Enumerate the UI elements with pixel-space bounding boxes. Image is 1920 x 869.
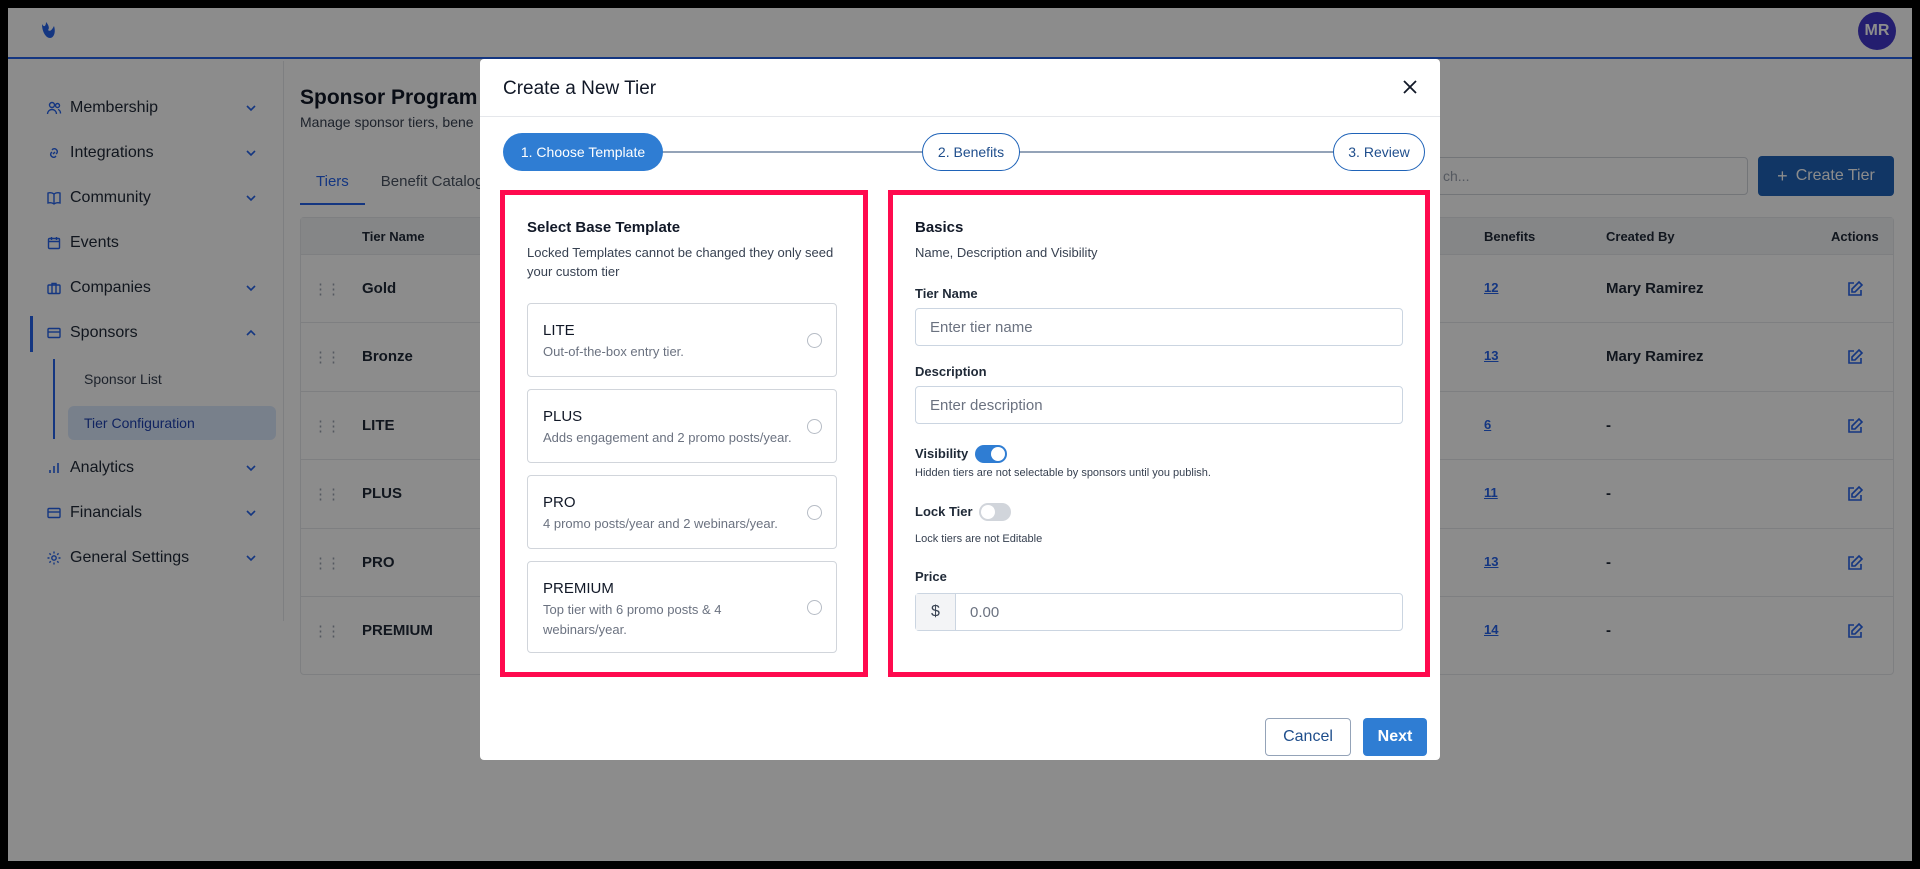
template-section-title: Select Base Template <box>527 219 681 236</box>
template-description: Out-of-the-box entry tier. <box>543 344 684 359</box>
template-card-plus[interactable]: PLUS Adds engagement and 2 promo posts/y… <box>527 389 837 463</box>
template-section-description: Locked Templates cannot be changed they … <box>527 245 834 279</box>
visibility-label: Visibility <box>915 446 969 461</box>
template-panel: Select Base Template Locked Templates ca… <box>500 190 868 677</box>
template-name: PLUS <box>543 408 583 425</box>
template-card-lite[interactable]: LITE Out-of-the-box entry tier. <box>527 303 837 377</box>
step-review[interactable]: 3. Review <box>1333 133 1425 171</box>
price-label: Price <box>915 569 947 584</box>
toggle-knob <box>991 447 1005 461</box>
template-radio[interactable] <box>807 505 822 520</box>
tier-name-label: Tier Name <box>915 286 978 301</box>
description-input[interactable]: Enter description <box>915 386 1403 424</box>
tier-name-placeholder: Enter tier name <box>930 318 1033 336</box>
description-label: Description <box>915 364 987 379</box>
template-name: PRO <box>543 494 576 511</box>
cancel-button[interactable]: Cancel <box>1265 718 1351 756</box>
close-button[interactable] <box>1396 73 1424 101</box>
template-card-pro[interactable]: PRO 4 promo posts/year and 2 webinars/ye… <box>527 475 837 549</box>
close-icon <box>1403 80 1417 94</box>
template-description: Top tier with 6 promo posts & 4 webinars… <box>543 602 722 637</box>
template-radio[interactable] <box>807 419 822 434</box>
basics-section-title: Basics <box>915 219 964 236</box>
currency-prefix: $ <box>916 594 956 630</box>
visibility-toggle[interactable] <box>975 445 1007 463</box>
template-name: PREMIUM <box>543 580 614 597</box>
template-radio[interactable] <box>807 600 822 615</box>
price-field: $ 0.00 <box>915 593 1403 631</box>
template-radio[interactable] <box>807 333 822 348</box>
price-placeholder: 0.00 <box>970 603 1000 621</box>
toggle-knob <box>981 505 995 519</box>
price-input[interactable]: 0.00 <box>956 594 1402 630</box>
template-description: Adds engagement and 2 promo posts/year. <box>543 430 792 445</box>
template-description: 4 promo posts/year and 2 webinars/year. <box>543 516 778 531</box>
template-card-premium[interactable]: PREMIUM Top tier with 6 promo posts & 4 … <box>527 561 837 653</box>
app-frame: MR Membership Integrations Community Eve… <box>8 8 1912 861</box>
basics-panel: Basics Name, Description and Visibility … <box>888 190 1430 677</box>
create-tier-modal: Create a New Tier 1. Choose Template 2. … <box>480 59 1440 760</box>
basics-section-description: Name, Description and Visibility <box>915 245 1098 260</box>
lock-tier-toggle[interactable] <box>979 503 1011 521</box>
lock-tier-label: Lock Tier <box>915 504 973 519</box>
visibility-hint: Hidden tiers are not selectable by spons… <box>915 467 1211 479</box>
tier-name-input[interactable]: Enter tier name <box>915 308 1403 346</box>
lock-tier-hint: Lock tiers are not Editable <box>915 533 1043 545</box>
next-button[interactable]: Next <box>1363 718 1427 756</box>
modal-header: Create a New Tier <box>480 59 1440 117</box>
description-placeholder: Enter description <box>930 396 1043 414</box>
modal-title: Create a New Tier <box>503 78 657 99</box>
step-benefits[interactable]: 2. Benefits <box>922 133 1020 171</box>
step-choose-template[interactable]: 1. Choose Template <box>503 133 663 171</box>
template-name: LITE <box>543 322 575 339</box>
